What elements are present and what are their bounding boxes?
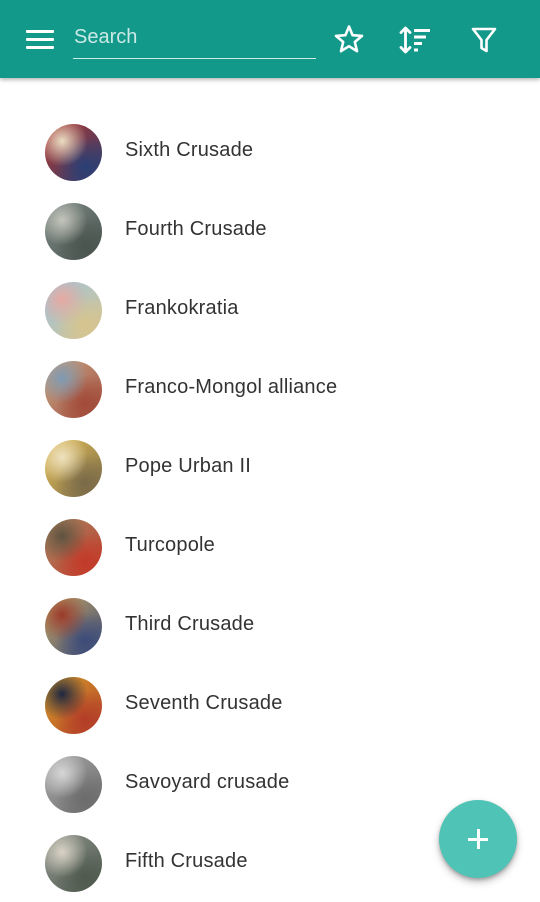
list-item-label: Pope Urban II [125,455,252,477]
list-item-label: Sixth Crusade [125,139,254,161]
list-item[interactable]: Sixth Crusade [0,112,540,191]
list-item[interactable]: Pope Urban II [0,428,540,507]
menu-icon [26,30,54,33]
list-item-label: Seventh Crusade [125,692,283,714]
list-item-label: Savoyard crusade [125,771,290,793]
thumbnail-image [45,203,102,260]
list-item[interactable]: Third Crusade [0,586,540,665]
thumbnail-image [45,124,102,181]
menu-button[interactable] [22,24,58,56]
search-input[interactable] [73,18,316,54]
list-item[interactable]: Frankokratia [0,270,540,349]
thumbnail-image [45,361,102,418]
list-item[interactable]: Franco-Mongol alliance [0,349,540,428]
list-item-label: Third Crusade [125,613,255,635]
thumbnail-image [45,282,102,339]
app-bar [0,0,540,78]
article-list: Sixth Crusade Fourth Crusade Frankokratia F… [0,112,540,902]
add-button[interactable] [439,800,517,878]
list-item-label: Fourth Crusade [125,218,267,240]
list-item-label: Fifth Crusade [125,850,248,872]
list-item-label: Franco-Mongol alliance [125,376,338,398]
thumbnail-image [45,519,102,576]
list-item[interactable]: Seventh Crusade [0,665,540,744]
favorites-button[interactable] [329,20,369,60]
filter-icon [471,27,497,53]
filter-button[interactable] [464,20,504,60]
thumbnail-image [45,756,102,813]
list-item[interactable]: Turcopole [0,507,540,586]
thumbnail-image [45,440,102,497]
sort-button[interactable] [396,20,436,60]
search-field [73,18,316,59]
thumbnail-image [45,677,102,734]
list-item-label: Frankokratia [125,297,239,319]
thumbnail-image [45,835,102,892]
list-item-label: Turcopole [125,534,215,556]
list-item[interactable]: Fourth Crusade [0,191,540,270]
star-icon [334,25,364,53]
thumbnail-image [45,598,102,655]
sort-icon [399,26,430,54]
